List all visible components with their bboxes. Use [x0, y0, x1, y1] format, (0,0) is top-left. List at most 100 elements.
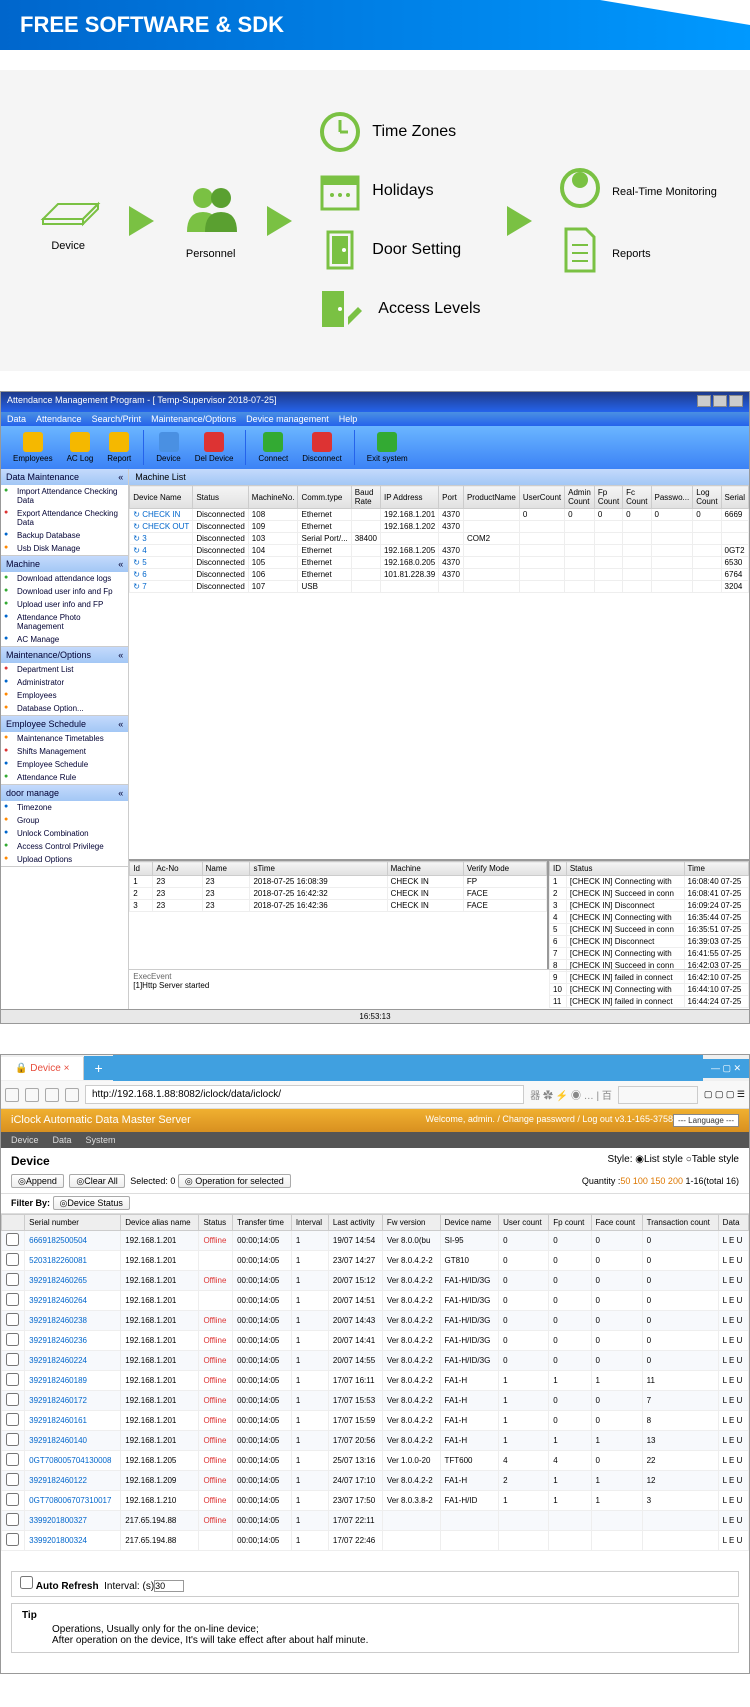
home-icon[interactable]: [65, 1088, 79, 1102]
table-row[interactable]: 5[CHECK IN] Succeed in conn16:35:51 07-2…: [550, 924, 749, 936]
table-row[interactable]: ↻ 7Disconnected107USB3204: [130, 581, 749, 593]
window-controls[interactable]: — ▢ ✕: [703, 1059, 749, 1078]
sidebar-group-head[interactable]: door manage«: [1, 785, 128, 801]
forward-icon[interactable]: [25, 1088, 39, 1102]
toolbar-button[interactable]: Connect: [252, 430, 294, 465]
table-row[interactable]: 3929182460238192.168.1.201Offline00:00;1…: [2, 1311, 749, 1331]
toolbar-button[interactable]: Device: [150, 430, 186, 465]
sidebar-item[interactable]: Shifts Management: [1, 745, 128, 758]
menu-item[interactable]: Device management: [246, 414, 329, 424]
browser-tabs[interactable]: 🔒 Device × + — ▢ ✕: [1, 1055, 749, 1081]
menu-item[interactable]: Maintenance/Options: [151, 414, 236, 424]
menu-item[interactable]: Data: [7, 414, 26, 424]
toolbar-button[interactable]: Del Device: [189, 430, 240, 465]
table-row[interactable]: 323232018-07-25 16:42:36CHECK INFACE: [130, 900, 547, 912]
clear-button[interactable]: ◎Clear All: [69, 1174, 124, 1188]
table-row[interactable]: 3929182460172192.168.1.201Offline00:00;1…: [2, 1391, 749, 1411]
table-row[interactable]: 3929182460140192.168.1.201Offline00:00;1…: [2, 1431, 749, 1451]
sidebar-item[interactable]: Maintenance Timetables: [1, 732, 128, 745]
table-row[interactable]: ↻ 3Disconnected103Serial Port/...38400CO…: [130, 533, 749, 545]
interval-input[interactable]: [154, 1580, 184, 1592]
table-row[interactable]: 3929182460122192.168.1.209Offline00:00;1…: [2, 1471, 749, 1491]
sidebar-item[interactable]: Group: [1, 814, 128, 827]
sidebar-item[interactable]: Backup Database: [1, 529, 128, 542]
table-row[interactable]: 223232018-07-25 16:42:32CHECK INFACE: [130, 888, 547, 900]
sidebar-item[interactable]: Download attendance logs: [1, 572, 128, 585]
table-row[interactable]: 3929182460265192.168.1.201Offline00:00;1…: [2, 1271, 749, 1291]
table-row[interactable]: ↻ 6Disconnected106Ethernet101.81.228.394…: [130, 569, 749, 581]
menu-item[interactable]: Attendance: [36, 414, 82, 424]
table-row[interactable]: ↻ CHECK OUTDisconnected109Ethernet192.16…: [130, 521, 749, 533]
sidebar-item[interactable]: Timezone: [1, 801, 128, 814]
table-row[interactable]: 3399201800324217.65.194.8800:00;14:05117…: [2, 1531, 749, 1551]
table-row[interactable]: 4[CHECK IN] Connecting with16:35:44 07-2…: [550, 912, 749, 924]
browser-tab[interactable]: 🔒 Device ×: [1, 1057, 84, 1080]
sidebar-item[interactable]: Employee Schedule: [1, 758, 128, 771]
sidebar-item[interactable]: Download user info and Fp: [1, 585, 128, 598]
sidebar-item[interactable]: Attendance Rule: [1, 771, 128, 784]
table-row[interactable]: 0GT708006707310017192.168.1.210Offline00…: [2, 1491, 749, 1511]
table-row[interactable]: 3929182460161192.168.1.201Offline00:00;1…: [2, 1411, 749, 1431]
toolbar-button[interactable]: Employees: [7, 430, 59, 465]
table-row[interactable]: 6[CHECK IN] Disconnect16:39:03 07-25: [550, 936, 749, 948]
search-input[interactable]: [618, 1086, 698, 1104]
auto-refresh-checkbox[interactable]: [20, 1576, 33, 1589]
sidebar-item[interactable]: Upload user info and FP: [1, 598, 128, 611]
table-row[interactable]: 5203182260081192.168.1.20100:00;14:05123…: [2, 1251, 749, 1271]
machine-grid[interactable]: Device NameStatusMachineNo.Comm.typeBaud…: [129, 485, 749, 859]
status-grid[interactable]: IDStatusTime1[CHECK IN] Connecting with1…: [549, 861, 749, 969]
sidebar-group-head[interactable]: Employee Schedule«: [1, 716, 128, 732]
toolbar-button[interactable]: Exit system: [361, 430, 414, 465]
sidebar-item[interactable]: Unlock Combination: [1, 827, 128, 840]
sidebar-group-head[interactable]: Data Maintenance«: [1, 469, 128, 485]
back-icon[interactable]: [5, 1088, 19, 1102]
sidebar-item[interactable]: Attendance Photo Management: [1, 611, 128, 633]
nav-item[interactable]: Data: [53, 1135, 72, 1145]
sidebar-item[interactable]: Administrator: [1, 676, 128, 689]
nav-item[interactable]: Device: [11, 1135, 39, 1145]
toolbar-button[interactable]: Disconnect: [296, 430, 348, 465]
sidebar-item[interactable]: Usb Disk Manage: [1, 542, 128, 555]
address-bar[interactable]: http://192.168.1.88:8082/iclock/data/icl…: [85, 1085, 524, 1104]
table-row[interactable]: 3929182460236192.168.1.201Offline00:00;1…: [2, 1331, 749, 1351]
sidebar-item[interactable]: Employees: [1, 689, 128, 702]
device-table[interactable]: Serial numberDevice alias nameStatusTran…: [1, 1214, 749, 1551]
table-row[interactable]: 3929182460264192.168.1.20100:00;14:05120…: [2, 1291, 749, 1311]
sidebar-item[interactable]: Export Attendance Checking Data: [1, 507, 128, 529]
sidebar-item[interactable]: Department List: [1, 663, 128, 676]
toolbar-button[interactable]: Report: [101, 430, 137, 465]
language-select[interactable]: --- Language ---: [673, 1114, 739, 1127]
table-row[interactable]: ↻ 5Disconnected105Ethernet192.168.0.2054…: [130, 557, 749, 569]
extensions[interactable]: ▢ ▢ ▢ ☰: [704, 1089, 745, 1100]
device-status-filter[interactable]: ◎Device Status: [53, 1196, 130, 1210]
sidebar-item[interactable]: Database Option...: [1, 702, 128, 715]
table-row[interactable]: 3399201800327217.65.194.88Offline00:00;1…: [2, 1511, 749, 1531]
menu-item[interactable]: Search/Print: [92, 414, 142, 424]
toolbar-button[interactable]: AC Log: [61, 430, 100, 465]
table-row[interactable]: 2[CHECK IN] Succeed in conn16:08:41 07-2…: [550, 888, 749, 900]
sidebar-item[interactable]: Upload Options: [1, 853, 128, 866]
table-row[interactable]: 7[CHECK IN] Connecting with16:41:55 07-2…: [550, 948, 749, 960]
sidebar-group-head[interactable]: Machine«: [1, 556, 128, 572]
table-row[interactable]: 6669182500504192.168.1.201Offline00:00;1…: [2, 1231, 749, 1251]
table-row[interactable]: ↻ CHECK INDisconnected108Ethernet192.168…: [130, 509, 749, 521]
menu-bar[interactable]: Data Attendance Search/Print Maintenance/Op…: [1, 412, 749, 426]
table-row[interactable]: 3[CHECK IN] Disconnect16:09:24 07-25: [550, 900, 749, 912]
table-row[interactable]: 0GT708005704130008192.168.1.205Offline00…: [2, 1451, 749, 1471]
nav-bar[interactable]: Device Data System: [1, 1132, 749, 1148]
append-button[interactable]: ◎Append: [11, 1174, 64, 1188]
menu-item[interactable]: Help: [339, 414, 358, 424]
sidebar-group-head[interactable]: Maintenance/Options«: [1, 647, 128, 663]
sidebar-item[interactable]: Access Control Privilege: [1, 840, 128, 853]
reload-icon[interactable]: [45, 1088, 59, 1102]
table-row[interactable]: ↻ 4Disconnected104Ethernet192.168.1.2054…: [130, 545, 749, 557]
sidebar-item[interactable]: AC Manage: [1, 633, 128, 646]
window-controls[interactable]: [695, 395, 743, 409]
table-row[interactable]: 1[CHECK IN] Connecting with16:08:40 07-2…: [550, 876, 749, 888]
nav-item[interactable]: System: [86, 1135, 116, 1145]
auto-refresh[interactable]: Auto Refresh Interval: (s): [11, 1571, 739, 1597]
table-row[interactable]: 3929182460224192.168.1.201Offline00:00;1…: [2, 1351, 749, 1371]
new-tab-button[interactable]: +: [84, 1056, 112, 1080]
operation-button[interactable]: ◎ Operation for selected: [178, 1174, 291, 1188]
table-row[interactable]: 123232018-07-25 16:08:39CHECK INFP: [130, 876, 547, 888]
